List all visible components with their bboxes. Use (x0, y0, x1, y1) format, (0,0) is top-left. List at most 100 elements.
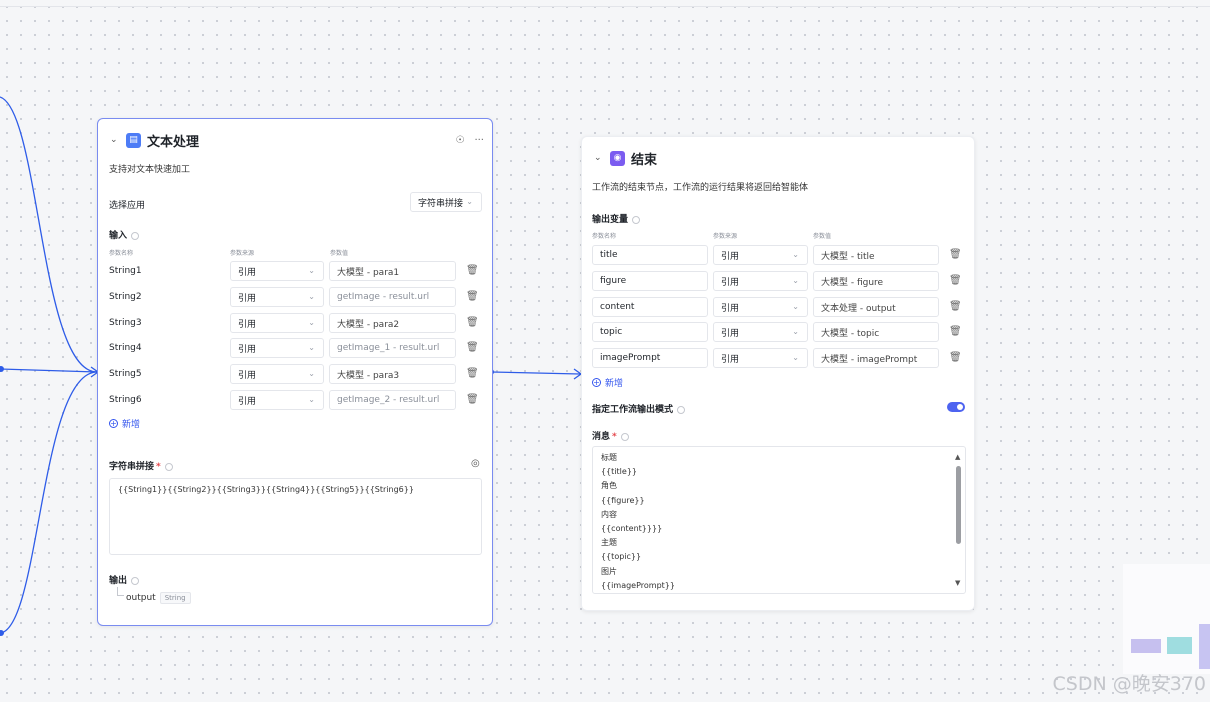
message-scrollbar[interactable]: ▲ ▼ (955, 450, 963, 590)
scroll-thumb[interactable] (956, 466, 961, 544)
trash-icon[interactable]: 🗑 (466, 265, 479, 276)
param-source-value: 引用 (721, 328, 740, 339)
info-icon (131, 231, 140, 240)
message-line: 主题 (601, 538, 617, 548)
param-value-input[interactable]: 大模型 - imagePrompt (813, 348, 939, 368)
end-node[interactable]: ⌄ ◉ 结束 工作流的结束节点，工作流的运行结果将返回给智能体 输出变量 参数名… (581, 136, 975, 611)
param-name: String5 (109, 369, 142, 379)
param-source-value: 引用 (721, 303, 740, 314)
message-line: {{imagePrompt}} (601, 580, 675, 590)
info-icon (677, 405, 686, 414)
chevron-down-icon: ⌄ (308, 369, 315, 378)
output-label-text: 输出 (109, 576, 128, 586)
param-value-input[interactable]: getImage_2 - result.url (329, 390, 456, 410)
param-source-value: 引用 (721, 277, 740, 288)
collapse-chevron-icon[interactable]: ⌄ (594, 153, 606, 163)
param-source-select[interactable]: 引用 ⌄ (713, 297, 808, 317)
param-value-input[interactable]: 文本处理 - output (813, 297, 939, 317)
add-param-button[interactable]: + 新增 (109, 417, 140, 430)
param-value-input[interactable]: getImage - result.url (329, 287, 456, 307)
minimap-node (1131, 639, 1161, 653)
scroll-up-arrow-icon[interactable]: ▲ (955, 450, 960, 464)
text-node-icon: ▤ (126, 132, 141, 148)
end-node-description: 工作流的结束节点，工作流的运行结果将返回给智能体 (592, 183, 809, 193)
more-icon[interactable]: ··· (474, 135, 484, 146)
col-name-header: 参数名称 (592, 233, 617, 240)
param-source-select[interactable]: 引用 ⌄ (230, 364, 324, 384)
param-name-input[interactable]: content (592, 297, 708, 317)
param-name: String2 (109, 292, 142, 302)
text-processing-node[interactable]: ⌄ ▤ 文本处理 ☉ ··· 支持对文本快速加工 选择应用 字符串拼接 ⌄ 输入… (97, 118, 493, 626)
message-textarea[interactable]: 标题 {{title}} 角色 {{figure}} 内容 {{content}… (592, 446, 966, 594)
edge-handle-bottom[interactable] (0, 630, 4, 636)
edge-bottom-to-text (0, 371, 98, 634)
edge-handle-left[interactable] (0, 366, 4, 372)
minimap-node (1199, 624, 1210, 669)
param-source-select[interactable]: 引用 ⌄ (230, 261, 324, 281)
param-name: String4 (109, 343, 142, 353)
settings-icon[interactable]: ◎ (471, 458, 480, 469)
col-source-header: 参数来源 (230, 250, 255, 257)
param-name-input[interactable]: title (592, 245, 708, 265)
trash-icon[interactable]: 🗑 (949, 301, 962, 312)
chevron-down-icon: ⌄ (792, 353, 799, 362)
param-source-select[interactable]: 引用 ⌄ (713, 322, 808, 342)
collapse-chevron-icon[interactable]: ⌄ (110, 135, 122, 145)
param-value-input[interactable]: 大模型 - para1 (329, 261, 456, 281)
trash-icon[interactable]: 🗑 (949, 352, 962, 363)
param-value-input[interactable]: 大模型 - para2 (329, 313, 456, 333)
trash-icon[interactable]: 🗑 (466, 368, 479, 379)
text-node-title: 文本处理 (147, 134, 200, 150)
trash-icon[interactable]: 🗑 (949, 275, 962, 286)
info-icon (632, 215, 641, 224)
output-mode-label-text: 指定工作流输出模式 (592, 405, 674, 415)
col-value-header: 参数值 (330, 250, 349, 257)
param-source-value: 引用 (238, 267, 257, 278)
concat-textarea[interactable]: {{String1}}{{String2}}{{String3}}{{Strin… (109, 478, 482, 555)
trash-icon[interactable]: 🗑 (466, 291, 479, 302)
trash-icon[interactable]: 🗑 (949, 326, 962, 337)
message-label: 消息 * (592, 429, 629, 442)
minimap[interactable] (1123, 564, 1210, 674)
param-source-value: 引用 (238, 396, 257, 407)
param-source-select[interactable]: 引用 ⌄ (713, 348, 808, 368)
chevron-down-icon: ⌄ (792, 250, 799, 259)
concat-label: 字符串拼接 * (109, 459, 173, 472)
param-value-input[interactable]: getImage_1 - result.url (329, 338, 456, 358)
plus-icon: + (592, 378, 601, 387)
col-value-header: 参数值 (813, 233, 832, 240)
param-source-select[interactable]: 引用 ⌄ (230, 390, 324, 410)
trash-icon[interactable]: 🗑 (466, 394, 479, 405)
param-value-input[interactable]: 大模型 - figure (813, 271, 939, 291)
run-icon[interactable]: ☉ (455, 135, 464, 146)
output-mode-toggle[interactable] (947, 402, 965, 412)
input-label-text: 输入 (109, 231, 128, 241)
param-source-select[interactable]: 引用 ⌄ (230, 338, 324, 358)
param-source-select[interactable]: 引用 ⌄ (230, 313, 324, 333)
param-source-select[interactable]: 引用 ⌄ (230, 287, 324, 307)
trash-icon[interactable]: 🗑 (949, 249, 962, 260)
col-name-header: 参数名称 (109, 250, 134, 257)
param-name: String6 (109, 395, 142, 405)
message-line: {{title}} (601, 467, 637, 477)
trash-icon[interactable]: 🗑 (466, 342, 479, 353)
message-line: 内容 (601, 509, 617, 519)
watermark: CSDN @晚安370 (1052, 673, 1206, 695)
scroll-down-arrow-icon[interactable]: ▼ (955, 576, 960, 590)
param-source-value: 引用 (238, 370, 257, 381)
col-source-header: 参数来源 (713, 233, 738, 240)
param-name-input[interactable]: topic (592, 322, 708, 342)
param-source-select[interactable]: 引用 ⌄ (713, 271, 808, 291)
trash-icon[interactable]: 🗑 (466, 317, 479, 328)
param-value-input[interactable]: 大模型 - title (813, 245, 939, 265)
param-name-input[interactable]: figure (592, 271, 708, 291)
message-line: {{content}}}} (601, 524, 663, 534)
param-value-input[interactable]: 大模型 - para3 (329, 364, 456, 384)
param-value-input[interactable]: 大模型 - topic (813, 322, 939, 342)
param-name-input[interactable]: imagePrompt (592, 348, 708, 368)
param-source-select[interactable]: 引用 ⌄ (713, 245, 808, 265)
output-type-badge: String (159, 592, 191, 604)
chevron-down-icon: ⌄ (792, 327, 799, 336)
add-output-var-button[interactable]: + 新增 (592, 376, 623, 389)
app-select[interactable]: 字符串拼接 ⌄ (410, 192, 482, 212)
